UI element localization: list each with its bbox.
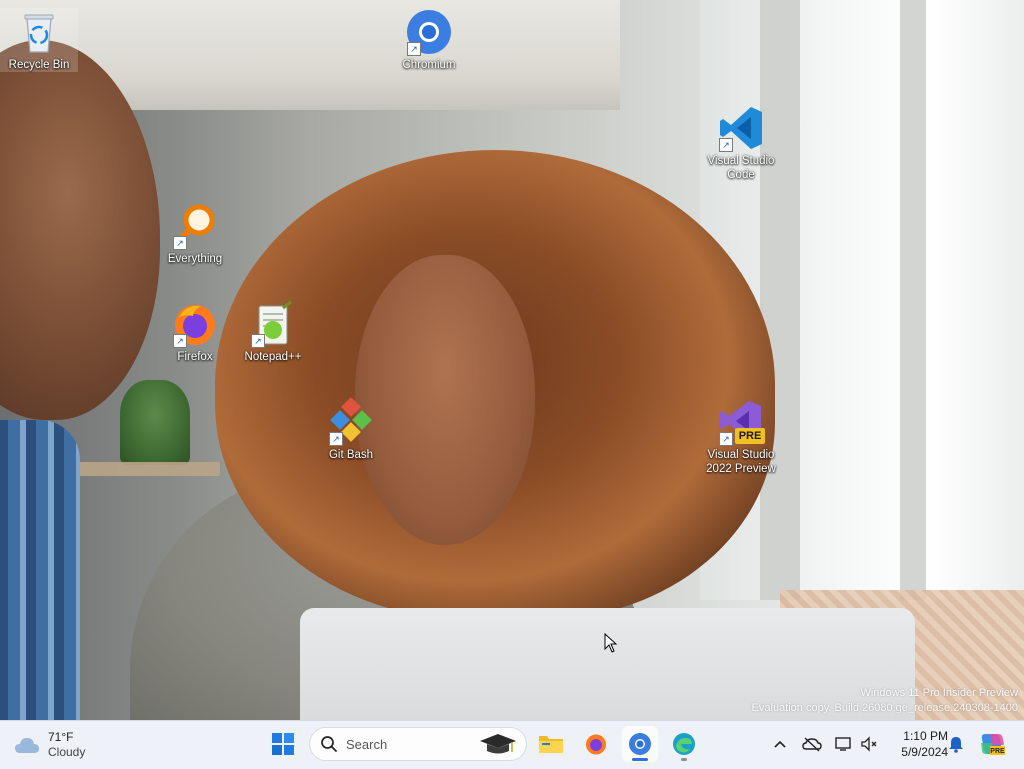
desktop-icon-everything[interactable]: ↗ Everything bbox=[156, 202, 234, 266]
running-indicator bbox=[681, 758, 687, 761]
edge-icon bbox=[673, 733, 695, 755]
desktop-icon-vscode[interactable]: ↗ Visual Studio Code bbox=[702, 104, 780, 182]
chromium-icon bbox=[629, 733, 651, 755]
watermark-line2: Evaluation copy. Build 26080.ge_release.… bbox=[751, 702, 1018, 714]
start-button[interactable] bbox=[265, 726, 301, 762]
everything-label: Everything bbox=[167, 253, 223, 265]
chromium-icon: ↗ bbox=[405, 8, 453, 56]
chromium-label: Chromium bbox=[402, 59, 456, 71]
git-bash-icon: ↗ bbox=[327, 397, 375, 446]
search-icon bbox=[321, 736, 337, 752]
shortcut-arrow-icon: ↗ bbox=[173, 334, 187, 348]
svg-text:PRE: PRE bbox=[990, 748, 1005, 755]
copilot-preview-icon[interactable]: PRE bbox=[978, 730, 1006, 758]
volume-muted-icon[interactable] bbox=[857, 732, 881, 756]
onedrive-offline-icon[interactable] bbox=[800, 732, 824, 756]
weather-condition: Cloudy bbox=[48, 745, 86, 759]
watermark-line1: Windows 11 Pro Insider Preview bbox=[860, 687, 1018, 699]
weather-temp: 71°F bbox=[48, 730, 74, 744]
network-monitor-icon[interactable] bbox=[832, 732, 856, 756]
firefox-icon bbox=[586, 734, 606, 755]
weather-widget[interactable]: 71°F Cloudy bbox=[14, 729, 85, 761]
clock-time: 1:10 PM bbox=[903, 729, 948, 743]
notepadpp-label: Notepad++ bbox=[244, 351, 302, 363]
vs2022-label-line1: Visual Studio bbox=[707, 449, 775, 461]
desktop-icon-recycle-bin[interactable]: Recycle Bin bbox=[0, 8, 78, 72]
search-placeholder: Search bbox=[346, 736, 388, 752]
notepadpp-icon: ↗ bbox=[249, 300, 297, 348]
git-bash-label: Git Bash bbox=[328, 449, 374, 461]
desktop-wallpaper: Windows 11 Pro Insider Preview Evaluatio… bbox=[0, 0, 1024, 720]
firefox-label: Firefox bbox=[177, 351, 213, 363]
shortcut-arrow-icon: ↗ bbox=[329, 432, 343, 446]
shortcut-arrow-icon: ↗ bbox=[407, 42, 421, 56]
everything-search-icon: ↗ bbox=[171, 202, 219, 250]
taskbar-file-explorer[interactable] bbox=[533, 726, 569, 762]
visual-studio-icon: PRE ↗ bbox=[717, 398, 765, 446]
pre-badge: PRE bbox=[735, 428, 765, 444]
desktop-icon-vs2022-preview[interactable]: PRE ↗ Visual Studio 2022 Preview bbox=[702, 398, 780, 476]
taskbar-chromium[interactable] bbox=[622, 726, 658, 762]
taskbar-search-box[interactable]: Search bbox=[309, 727, 527, 761]
vs2022-label-line2: 2022 Preview bbox=[706, 463, 776, 475]
desktop-icon-git-bash[interactable]: ↗ Git Bash bbox=[312, 397, 390, 462]
shortcut-arrow-icon: ↗ bbox=[251, 334, 265, 348]
taskbar-edge[interactable] bbox=[666, 726, 702, 762]
desktop-icon-notepadpp[interactable]: ↗ Notepad++ bbox=[234, 300, 312, 364]
folder-icon bbox=[539, 736, 563, 753]
os-watermark: Windows 11 Pro Insider Preview Evaluatio… bbox=[752, 686, 1018, 716]
taskbar-clock[interactable]: 1:10 PM 5/9/2024 bbox=[886, 728, 948, 760]
vscode-icon: ↗ bbox=[717, 104, 765, 152]
show-hidden-icons-chevron-up-icon[interactable] bbox=[768, 732, 792, 756]
recycle-bin-icon bbox=[15, 8, 63, 56]
firefox-icon: ↗ bbox=[171, 300, 219, 348]
cloud-icon bbox=[15, 738, 39, 753]
desktop-icon-firefox[interactable]: ↗ Firefox bbox=[156, 300, 234, 364]
recycle-bin-label: Recycle Bin bbox=[8, 59, 70, 71]
running-indicator bbox=[632, 758, 648, 761]
vscode-label-line1: Visual Studio bbox=[707, 155, 775, 167]
clock-date: 5/9/2024 bbox=[901, 745, 948, 759]
desktop-icon-chromium[interactable]: ↗ Chromium bbox=[390, 8, 468, 72]
windows-logo-icon bbox=[272, 733, 294, 755]
shortcut-arrow-icon: ↗ bbox=[719, 138, 733, 152]
vscode-label-line2: Code bbox=[727, 169, 755, 181]
notification-bell-icon[interactable] bbox=[944, 732, 968, 756]
graduation-cap-icon bbox=[480, 734, 516, 754]
taskbar-firefox[interactable] bbox=[578, 726, 614, 762]
shortcut-arrow-icon: ↗ bbox=[173, 236, 187, 250]
mouse-pointer-icon bbox=[604, 633, 618, 653]
shortcut-arrow-icon: ↗ bbox=[719, 432, 733, 446]
